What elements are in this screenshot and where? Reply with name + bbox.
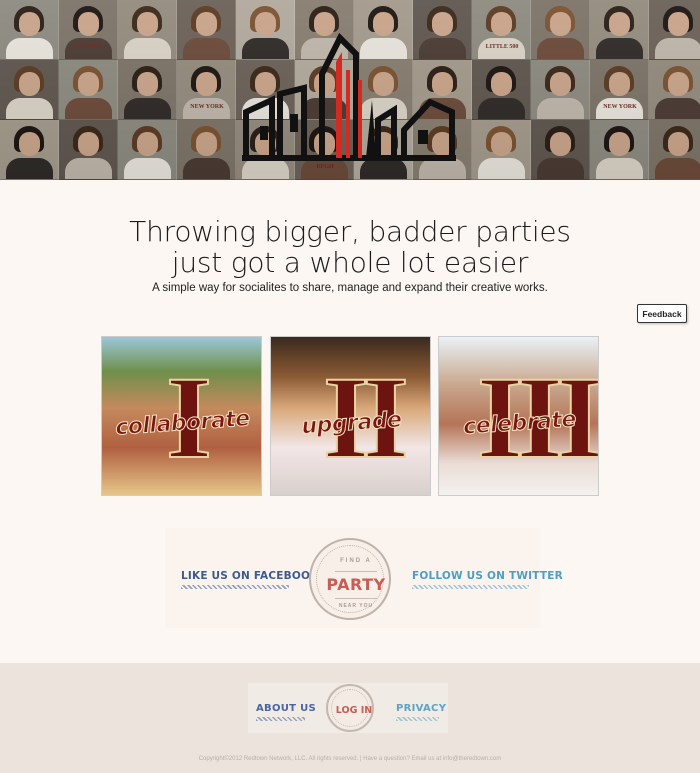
headline-line-2: just got a whole lot easier bbox=[171, 246, 529, 279]
feature-card-upgrade[interactable]: II upgrade bbox=[270, 336, 431, 496]
privacy-underline bbox=[396, 717, 439, 721]
feature-card-collaborate[interactable]: I collaborate bbox=[101, 336, 262, 496]
badge-bottom-text: NEAR YOU bbox=[338, 603, 374, 609]
page-subheadline: A simple way for socialites to share, ma… bbox=[152, 282, 548, 294]
log-in-label: LOG IN bbox=[335, 705, 373, 716]
city-skyline-logo-icon[interactable] bbox=[238, 30, 460, 162]
header-photo-collage: TEMPLELITTLE 500NEW YORKNEW YORKRFGH bbox=[0, 0, 700, 180]
twitter-underline bbox=[412, 585, 529, 589]
badge-word: PARTY bbox=[326, 575, 386, 594]
badge-divider bbox=[335, 598, 377, 599]
badge-inner-ring: FIND A PARTY NEAR YOU bbox=[316, 545, 385, 613]
about-us-link[interactable]: ABOUT US bbox=[256, 703, 316, 714]
headline-line-1: Throwing bigger, badder parties bbox=[129, 215, 571, 248]
badge-top-text: FIND A bbox=[340, 558, 372, 564]
log-in-button[interactable]: LOG IN bbox=[326, 684, 374, 732]
twitter-link[interactable]: FOLLOW US ON TWITTER bbox=[412, 570, 563, 582]
copyright-text: Copyright©2012 Redtown Network, LLC. All… bbox=[198, 756, 502, 762]
feedback-button[interactable]: Feedback bbox=[637, 304, 687, 323]
facebook-link[interactable]: LIKE US ON FACEBOOK bbox=[181, 570, 318, 582]
find-a-party-button[interactable]: FIND A PARTY NEAR YOU bbox=[309, 538, 391, 620]
privacy-link[interactable]: PRIVACY bbox=[396, 703, 446, 714]
feature-card-celebrate[interactable]: III celebrate bbox=[438, 336, 599, 496]
badge-divider bbox=[335, 571, 377, 572]
about-underline bbox=[256, 717, 305, 721]
facebook-underline bbox=[181, 585, 289, 589]
login-inner-ring: LOG IN bbox=[331, 689, 372, 727]
page-headline: Throwing bigger, badder parties just got… bbox=[0, 216, 700, 278]
